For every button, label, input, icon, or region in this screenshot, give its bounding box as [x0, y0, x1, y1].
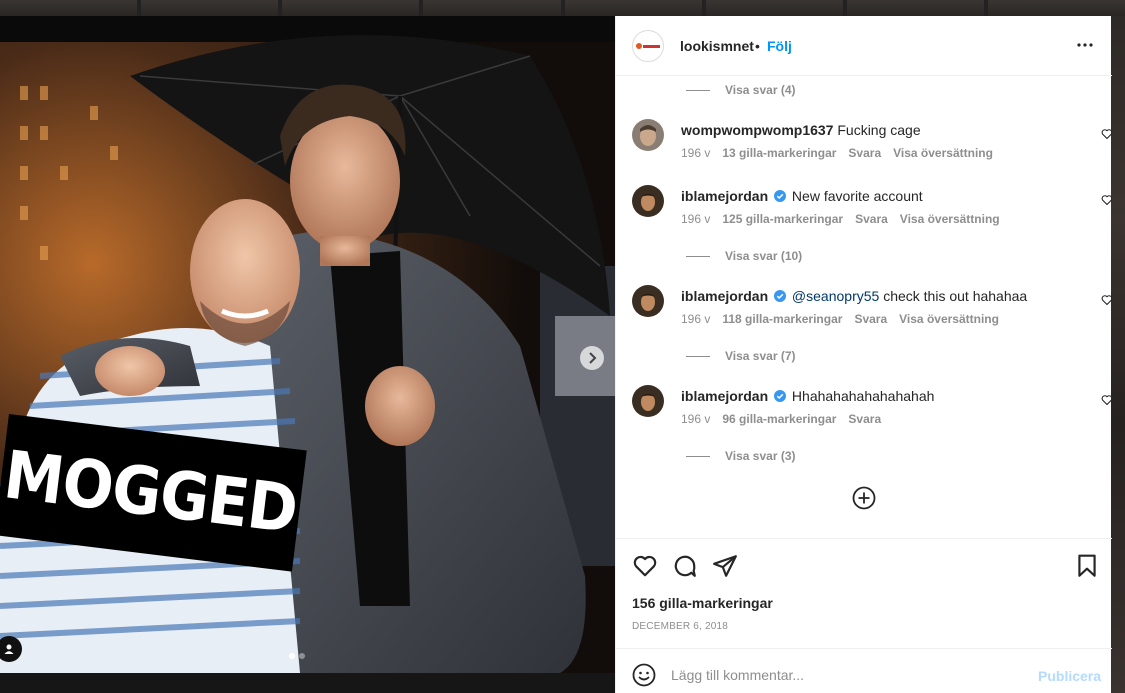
comment-text: Hhahahahahahahahah [791, 388, 935, 404]
carousel-dot-active [289, 653, 295, 659]
comment-mention[interactable]: @seanopry55 [792, 288, 879, 304]
add-comment-bar: Publicera [616, 648, 1112, 693]
more-options-icon[interactable] [1076, 36, 1094, 54]
chevron-right-icon [589, 352, 597, 364]
account-avatar[interactable] [632, 30, 664, 62]
comment-age[interactable]: 196 v [681, 312, 710, 326]
like-comment-heart-icon[interactable] [1101, 294, 1112, 306]
background-feed-strip [0, 0, 1125, 16]
emoji-icon[interactable] [632, 663, 656, 687]
reply-button[interactable]: Svara [855, 212, 888, 226]
reply-button[interactable]: Svara [848, 146, 881, 160]
publish-button[interactable]: Publicera [1038, 668, 1101, 684]
account-username[interactable]: lookismnet [680, 38, 754, 54]
comment-body: iblamejordan @seanopry55 check this out … [681, 287, 1071, 305]
share-send-icon[interactable] [712, 553, 738, 579]
replies-divider [686, 89, 710, 91]
comment-text: New favorite account [791, 188, 923, 204]
commenter-avatar[interactable] [632, 185, 664, 217]
comment-body: wompwompwomp1637 Fucking cage [681, 121, 1071, 139]
comment-text: check this out hahahaa [883, 288, 1028, 304]
comment-username[interactable]: iblamejordan [681, 388, 768, 404]
header-separator: • [755, 38, 760, 54]
comment-meta: 196 v 125 gilla-markeringar Svara Visa ö… [681, 212, 1000, 226]
comment-body: iblamejordan New favorite account [681, 187, 1071, 205]
comment-text: Fucking cage [837, 122, 921, 138]
comment-input[interactable] [671, 661, 1031, 689]
bookmark-icon[interactable] [1074, 553, 1100, 579]
replies-divider [686, 455, 710, 457]
post-date[interactable]: DECEMBER 6, 2018 [632, 621, 728, 632]
like-comment-heart-icon[interactable] [1101, 194, 1112, 206]
commenter-avatar[interactable] [632, 119, 664, 151]
replies-divider [686, 255, 710, 257]
comment-body: iblamejordan Hhahahahahahahahah [681, 387, 1071, 405]
like-heart-icon[interactable] [632, 553, 658, 579]
comment-meta: 196 v 13 gilla-markeringar Svara Visa öv… [681, 146, 993, 160]
comment-likes[interactable]: 125 gilla-markeringar [722, 212, 843, 226]
view-replies-label: Visa svar (4) [725, 83, 796, 97]
mogged-overlay-text: MOGGED [0, 436, 302, 549]
verified-badge-icon [774, 290, 787, 302]
post-detail-panel: lookismnet • Följ Visa svar (4) wompwomp… [615, 16, 1112, 693]
translate-button[interactable]: Visa översättning [893, 146, 993, 160]
reply-button[interactable]: Svara [848, 412, 881, 426]
comment-age[interactable]: 196 v [681, 212, 710, 226]
view-replies-button[interactable]: Visa svar (4) [686, 83, 796, 97]
view-replies-label: Visa svar (3) [725, 449, 796, 463]
commenter-avatar[interactable] [632, 385, 664, 417]
comment-likes[interactable]: 96 gilla-markeringar [722, 412, 836, 426]
comments-list: Visa svar (4) wompwompwomp1637 Fucking c… [616, 76, 1112, 538]
carousel-dots [289, 653, 305, 659]
view-replies-button[interactable]: Visa svar (10) [686, 249, 802, 263]
carousel-next-button[interactable] [580, 346, 604, 370]
comment-username[interactable]: iblamejordan [681, 288, 768, 304]
comment-likes[interactable]: 13 gilla-markeringar [722, 146, 836, 160]
verified-badge-icon [774, 390, 787, 402]
comment-meta: 196 v 118 gilla-markeringar Svara Visa ö… [681, 312, 999, 326]
comment-age[interactable]: 196 v [681, 412, 710, 426]
user-icon [4, 644, 14, 654]
like-comment-heart-icon[interactable] [1101, 394, 1112, 406]
view-replies-label: Visa svar (10) [725, 249, 803, 263]
reply-button[interactable]: Svara [854, 312, 887, 326]
comment-age[interactable]: 196 v [681, 146, 710, 160]
verified-badge-icon [774, 190, 787, 202]
comment-bubble-icon[interactable] [672, 553, 698, 579]
comment-username[interactable]: iblamejordan [681, 188, 768, 204]
like-comment-heart-icon[interactable] [1101, 128, 1112, 140]
post-media: MOGGED [0, 16, 615, 673]
view-replies-button[interactable]: Visa svar (7) [686, 349, 796, 363]
comment-likes[interactable]: 118 gilla-markeringar [722, 312, 842, 326]
post-likes-count[interactable]: 156 gilla-markeringar [632, 595, 773, 611]
translate-button[interactable]: Visa översättning [899, 312, 999, 326]
comment-username[interactable]: wompwompwomp1637 [681, 122, 833, 138]
follow-button[interactable]: Följ [767, 38, 792, 54]
background-feed-right [1111, 16, 1125, 693]
translate-button[interactable]: Visa översättning [900, 212, 1000, 226]
view-replies-label: Visa svar (7) [725, 349, 796, 363]
comment-meta: 196 v 96 gilla-markeringar Svara [681, 412, 881, 426]
background-feed-bottom [0, 673, 615, 693]
post-photo [0, 16, 615, 673]
replies-divider [686, 355, 710, 357]
post-header: lookismnet • Följ [616, 16, 1112, 76]
carousel-dot [299, 653, 305, 659]
lookism-logo-icon [636, 43, 660, 50]
load-more-comments-icon[interactable] [852, 486, 876, 510]
post-actions: 156 gilla-markeringar DECEMBER 6, 2018 [616, 538, 1112, 648]
commenter-avatar[interactable] [632, 285, 664, 317]
view-replies-button[interactable]: Visa svar (3) [686, 449, 796, 463]
